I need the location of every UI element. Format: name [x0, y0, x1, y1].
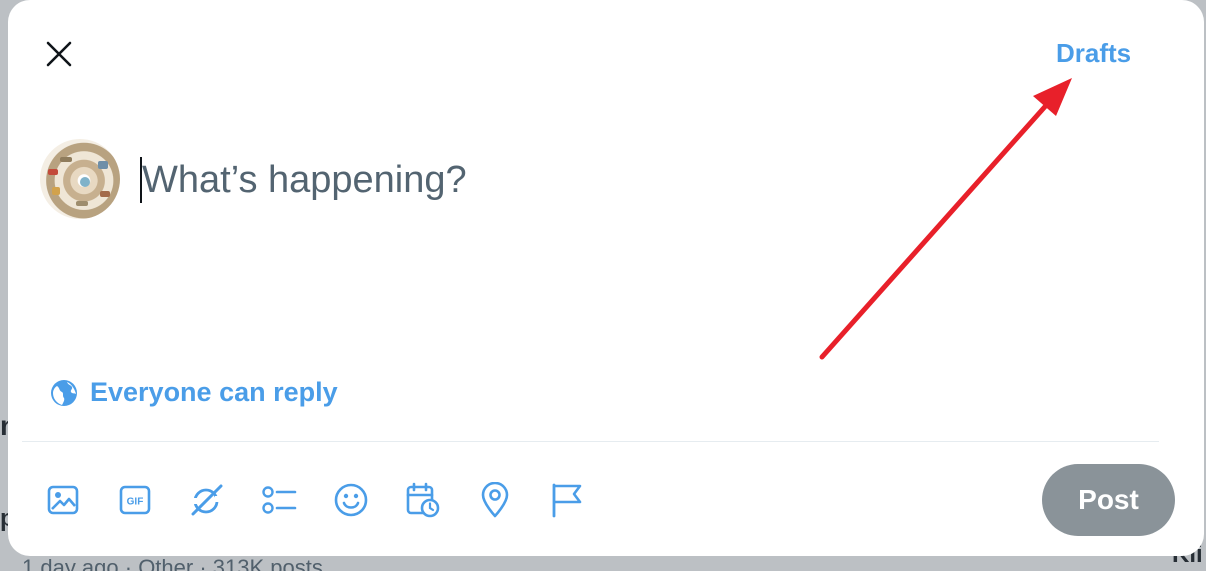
drafts-button[interactable]: Drafts: [1056, 38, 1131, 69]
post-composer: [140, 152, 1000, 208]
location-button[interactable]: [476, 480, 514, 520]
close-button[interactable]: [39, 35, 79, 73]
add-media-button[interactable]: [44, 480, 82, 520]
reply-permissions-label: Everyone can reply: [90, 377, 338, 407]
grok-icon: [191, 484, 223, 516]
gif-icon: GIF: [119, 485, 151, 515]
reply-permissions-button[interactable]: Everyone can reply: [50, 377, 338, 408]
add-gif-button[interactable]: GIF: [116, 480, 154, 520]
post-text-input[interactable]: [142, 158, 942, 202]
emoji-icon: [334, 483, 368, 517]
divider: [22, 441, 1159, 442]
gif-icon-text: GIF: [127, 497, 144, 508]
emoji-button[interactable]: [332, 480, 370, 520]
grok-button[interactable]: [188, 480, 226, 520]
image-icon: [47, 485, 79, 515]
compose-toolbar: GIF: [44, 478, 620, 522]
poll-icon: [262, 486, 297, 514]
location-icon: [481, 482, 509, 518]
close-icon: [46, 41, 72, 67]
compose-post-dialog: Drafts Everyone can reply: [8, 0, 1204, 556]
poll-button[interactable]: [260, 480, 298, 520]
avatar[interactable]: [40, 139, 120, 219]
schedule-icon: [406, 482, 440, 518]
schedule-button[interactable]: [404, 480, 442, 520]
flag-icon: [552, 483, 582, 518]
tag-flag-button[interactable]: [548, 480, 586, 520]
globe-icon: [51, 379, 77, 406]
post-button[interactable]: Post: [1042, 464, 1175, 536]
